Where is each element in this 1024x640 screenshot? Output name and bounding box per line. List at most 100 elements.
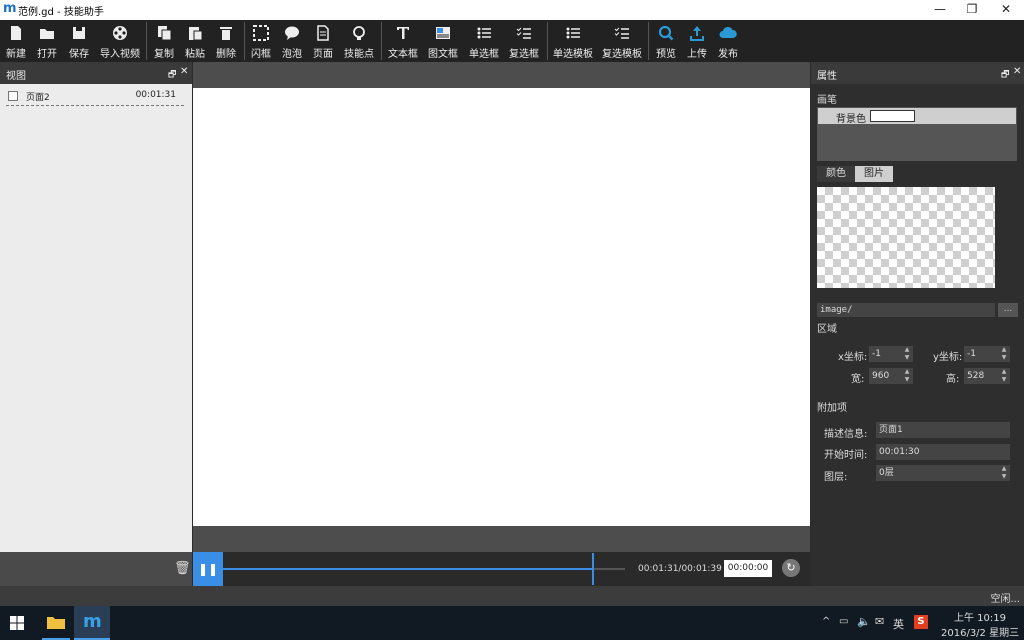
window-title: 范例.gd - 技能助手: [18, 7, 104, 18]
start-time-label: 开始时间:: [824, 450, 868, 461]
timeline-playhead[interactable]: [591, 553, 594, 585]
toolbar-separator: [648, 22, 649, 60]
width-label: 宽:: [851, 374, 865, 385]
width-input[interactable]: 960 ▲ ▼: [869, 368, 913, 384]
trash-icon: [220, 27, 232, 40]
x-input[interactable]: -1 ▲ ▼: [869, 346, 913, 362]
spinner-icon[interactable]: ▲ ▼: [998, 368, 1010, 384]
page-name: 页面2: [26, 93, 50, 103]
bg-color-swatch[interactable]: [870, 110, 915, 122]
ime-indicator[interactable]: 英: [893, 616, 904, 632]
toolbar: 新建 打开 保存 导入视频 复制 粘贴 删除 闪框 泡泡 页面 技能点 文本框 …: [0, 20, 1024, 62]
tray-date[interactable]: 2016/3/2 星期三: [941, 624, 1019, 639]
delete-button[interactable]: 删除: [212, 20, 240, 62]
height-label: 高:: [946, 374, 960, 385]
volume-muted-icon[interactable]: 🔈: [857, 615, 871, 628]
image-path-field[interactable]: image/: [817, 303, 995, 317]
flash-frame-button[interactable]: 闪框: [247, 20, 275, 62]
image-text-box-button[interactable]: 图文框: [426, 20, 460, 62]
brush-box: 背景色: [817, 107, 1017, 161]
app-taskbar-button[interactable]: m: [74, 606, 110, 640]
chevron-up-icon[interactable]: ^: [822, 616, 830, 627]
float-icon[interactable]: 🗗: [1001, 67, 1009, 83]
open-button[interactable]: 打开: [33, 20, 61, 62]
left-panel-footer: 🗑: [0, 552, 192, 586]
film-reel-icon: [113, 26, 127, 40]
list-item[interactable]: 页面2 00:01:31: [6, 90, 184, 106]
item-checkbox[interactable]: [8, 91, 18, 101]
speech-bubble-icon: [285, 26, 299, 40]
trash-icon[interactable]: 🗑: [174, 561, 191, 576]
pause-button[interactable]: ❚❚: [193, 552, 223, 586]
checkbox-box-button[interactable]: 复选框: [507, 20, 541, 62]
desc-input[interactable]: 页面1: [876, 422, 1010, 438]
view-panel-title: 视图: [6, 71, 26, 82]
skill-point-button[interactable]: 技能点: [342, 20, 376, 62]
import-video-button[interactable]: 导入视频: [98, 20, 142, 62]
publish-button[interactable]: 发布: [714, 20, 742, 62]
timeline-track[interactable]: [223, 553, 625, 585]
battery-icon[interactable]: ▭: [839, 616, 848, 627]
time-input[interactable]: 00:00:00: [724, 560, 772, 577]
brush-section-title: 画笔: [817, 95, 837, 106]
file-explorer-taskbar-button[interactable]: [40, 606, 72, 640]
editing-canvas[interactable]: [193, 88, 810, 526]
radio-box-button[interactable]: 单选框: [467, 20, 501, 62]
canvas-bottom-bar: [193, 526, 810, 552]
redo-icon[interactable]: ↻: [782, 559, 800, 577]
radio-template-button[interactable]: 单选模板: [552, 20, 594, 62]
region-section-title: 区域: [817, 324, 837, 335]
browse-button[interactable]: ...: [998, 303, 1018, 317]
minimize-button[interactable]: —: [924, 0, 956, 20]
new-button[interactable]: 新建: [2, 20, 30, 62]
tab-image[interactable]: 图片: [855, 166, 893, 182]
toolbar-separator: [547, 22, 548, 60]
start-time-input[interactable]: 00:01:30: [876, 444, 1010, 460]
spinner-icon[interactable]: ▲ ▼: [998, 346, 1010, 362]
spinner-icon[interactable]: ▲ ▼: [901, 346, 913, 362]
y-input[interactable]: -1 ▲ ▼: [964, 346, 1010, 362]
windows-start-icon[interactable]: [10, 616, 24, 630]
checkbox-list-icon: [516, 27, 531, 39]
bg-color-label: 背景色: [836, 114, 866, 125]
preview-button[interactable]: 预览: [652, 20, 680, 62]
folder-icon: [47, 617, 65, 629]
bg-color-row: 背景色: [818, 108, 1016, 125]
close-icon[interactable]: ✕: [180, 66, 188, 77]
radio-template-icon: [566, 27, 580, 39]
upload-button[interactable]: 上传: [683, 20, 711, 62]
copy-button[interactable]: 复制: [150, 20, 178, 62]
page-time: 00:01:31: [135, 90, 176, 100]
status-bar: 空闲...: [0, 586, 1024, 606]
close-icon[interactable]: ✕: [1013, 66, 1021, 77]
paste-icon: [189, 27, 203, 41]
radio-list-icon: [477, 27, 491, 39]
status-text: 空闲...: [990, 594, 1020, 605]
bubble-button[interactable]: 泡泡: [278, 20, 306, 62]
toolbar-separator: [244, 22, 245, 60]
paste-button[interactable]: 粘贴: [181, 20, 209, 62]
properties-panel: 属性 🗗 ✕ 画笔 背景色 颜色 图片 image/ ... 区域 x坐标: -…: [811, 62, 1024, 586]
properties-panel-header: 属性 🗗 ✕: [811, 62, 1024, 84]
page-button[interactable]: 页面: [309, 20, 337, 62]
layer-input[interactable]: 0层 ▲ ▼: [876, 465, 1010, 481]
notification-icon[interactable]: ✉: [875, 615, 884, 628]
sogou-tray-icon[interactable]: S: [914, 615, 928, 629]
checkbox-template-button[interactable]: 复选模板: [601, 20, 643, 62]
spinner-icon[interactable]: ▲ ▼: [998, 465, 1010, 481]
tray-time[interactable]: 上午 10:19: [954, 609, 1006, 624]
save-button[interactable]: 保存: [64, 20, 94, 62]
maximize-button[interactable]: ❐: [956, 0, 988, 20]
close-button[interactable]: ✕: [990, 0, 1022, 20]
lightbulb-icon: [353, 26, 365, 40]
height-input[interactable]: 528 ▲ ▼: [964, 368, 1010, 384]
open-folder-icon: [40, 29, 54, 39]
view-panel: 视图 🗗 ✕ 页面2 00:01:31: [0, 62, 192, 552]
search-icon: [658, 25, 674, 41]
text-box-button[interactable]: 文本框: [386, 20, 420, 62]
float-icon[interactable]: 🗗: [168, 67, 176, 83]
title-bar: m 范例.gd - 技能助手 — ❐ ✕: [0, 0, 1024, 20]
spinner-icon[interactable]: ▲ ▼: [901, 368, 913, 384]
tab-color[interactable]: 颜色: [817, 166, 855, 182]
timeline-bar: ❚❚ 00:01:31/00:01:39 00:00:00 ↻: [193, 552, 810, 586]
